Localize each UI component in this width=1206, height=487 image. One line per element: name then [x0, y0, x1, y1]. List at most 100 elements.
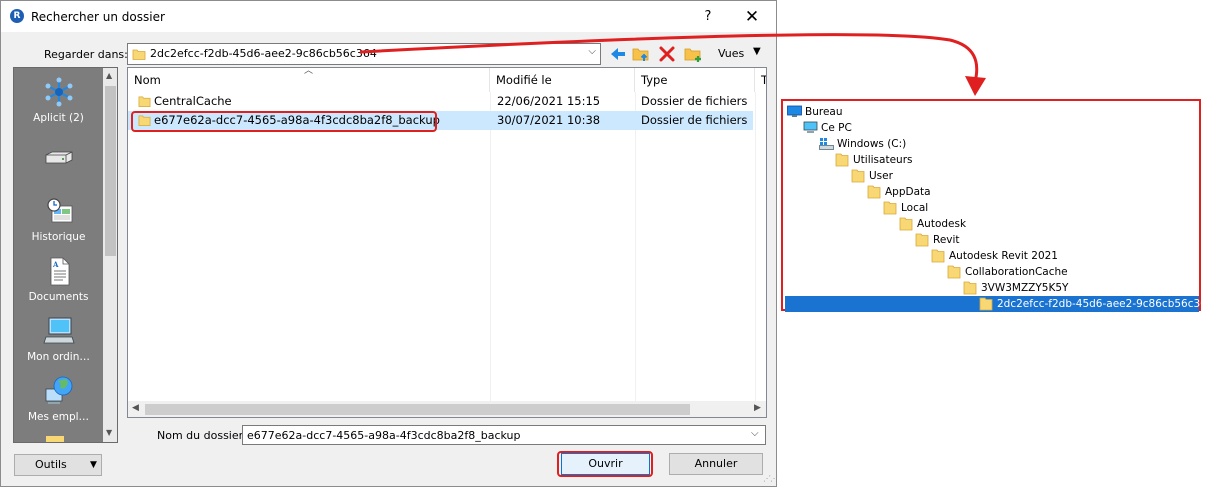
tools-button[interactable]: Outils ▼ [14, 454, 102, 476]
place-documents[interactable]: A Documents [14, 255, 103, 303]
documents-icon: A [50, 257, 69, 286]
folder-icon [963, 281, 977, 300]
column-name-label: Nom [134, 73, 161, 87]
row-type: Dossier de fichiers [641, 94, 748, 108]
tree-node-label: Revit [933, 234, 960, 246]
folder-icon [883, 201, 897, 220]
close-button[interactable]: ✕ [736, 5, 768, 29]
folder-icon [851, 169, 865, 188]
resize-grip-icon[interactable]: ⋰⋰ [763, 474, 778, 483]
globe-icon [45, 376, 72, 404]
place-label: Documents [28, 291, 89, 303]
annotation-highlight-open [557, 451, 653, 477]
horizontal-scrollbar[interactable]: ◀ ▶ [128, 401, 766, 417]
tree-node-label: CollaborationCache [965, 266, 1068, 278]
tree-node-label: Windows (C:) [837, 138, 907, 150]
place-label: Historique [31, 231, 86, 243]
scroll-right-icon[interactable]: ▶ [754, 403, 761, 413]
folder-icon [46, 436, 64, 442]
column-header-modified[interactable]: Modifié le [490, 68, 635, 92]
dropdown-arrow-icon: ▼ [90, 460, 97, 470]
look-in-value: 2dc2efcc-f2db-45d6-aee2-9c86cb56c364 [150, 47, 377, 60]
place-aplicit[interactable]: Aplicit (2) [14, 76, 103, 124]
network-icon [45, 77, 72, 107]
tree-node-label: 3VW3MZZY5K5Y [981, 282, 1069, 294]
folder-icon [979, 297, 993, 316]
look-in-combobox[interactable]: 2dc2efcc-f2db-45d6-aee2-9c86cb56c364 ⌵ [127, 43, 601, 65]
table-row[interactable]: CentralCache 22/06/2021 15:15 Dossier de… [128, 92, 753, 111]
folder-name-label: Nom du dossier: [157, 429, 247, 442]
desktop-icon [787, 105, 802, 123]
tree-node-label: Autodesk [917, 218, 967, 230]
tree-node-label: Utilisateurs [853, 154, 913, 166]
svg-text:A: A [52, 260, 59, 269]
scroll-down-icon[interactable]: ▼ [106, 428, 112, 437]
tree-node-label: User [869, 170, 893, 182]
place-history[interactable]: Historique [14, 195, 103, 243]
place-network-places[interactable]: Mes empl… [14, 375, 103, 423]
revit-app-icon: R [10, 9, 24, 23]
scroll-thumb[interactable] [105, 86, 116, 256]
places-bar: Aplicit (2) Historique A Documents Mon o… [13, 67, 118, 443]
annotation-highlight-row [131, 111, 437, 132]
sort-ascending-icon: ︿ [304, 67, 314, 76]
look-in-label: Regarder dans: [44, 48, 128, 61]
tree-node-label: Local [901, 202, 929, 214]
column-header-size[interactable]: T [755, 68, 766, 92]
place-label: Mes empl… [27, 411, 90, 423]
column-header-type[interactable]: Type [635, 68, 755, 92]
tree-node-label: Bureau [805, 106, 843, 118]
row-modified: 22/06/2021 15:15 [497, 94, 601, 108]
folder-icon [915, 233, 929, 252]
folder-icon [947, 265, 961, 284]
scroll-thumb[interactable] [145, 404, 690, 415]
row-type: Dossier de fichiers [641, 113, 748, 127]
scroll-left-icon[interactable]: ◀ [132, 403, 139, 413]
delete-icon[interactable] [657, 44, 677, 64]
computer-icon [42, 317, 75, 344]
views-button[interactable]: Vues ▼ [718, 46, 768, 62]
folder-name-input[interactable] [242, 425, 766, 445]
row-name: CentralCache [154, 94, 232, 108]
file-list: Nom ︿ Modifié le Type T CentralCache 22/… [127, 67, 767, 418]
help-button[interactable]: ? [693, 5, 723, 29]
place-label: Mon ordin… [27, 351, 90, 363]
folder-icon [138, 96, 151, 107]
folder-icon [899, 217, 913, 236]
column-separator [635, 92, 636, 402]
chevron-down-icon[interactable]: ⌵ [751, 428, 759, 439]
column-separator [755, 92, 756, 402]
chevron-down-icon[interactable]: ⌵ [588, 46, 596, 57]
drive-icon [45, 151, 72, 164]
tree-node-label: Autodesk Revit 2021 [949, 250, 1058, 262]
views-label: Vues [718, 47, 745, 60]
history-icon [46, 198, 72, 223]
scroll-up-icon[interactable]: ▲ [106, 71, 112, 80]
drive-icon [819, 137, 834, 155]
computer-icon [803, 121, 818, 139]
places-scrollbar[interactable]: ▲ ▼ [103, 68, 117, 442]
folder-icon [132, 49, 146, 60]
cancel-button[interactable]: Annuler [669, 453, 763, 475]
place-drive[interactable] [14, 146, 103, 170]
place-computer[interactable]: Mon ordin… [14, 315, 103, 363]
folder-tree-panel: Bureau Ce PC Windows (C:) Utilisateurs User A… [781, 99, 1206, 312]
tools-label: Outils [35, 458, 67, 471]
column-header-name[interactable]: Nom ︿ [128, 68, 490, 92]
dialog-title: Rechercher un dossier [31, 10, 165, 24]
tree-node-label: 2dc2efcc-f2db-45d6-aee2-9c86cb56c364 [997, 298, 1206, 310]
folder-icon [867, 185, 881, 204]
folder-icon [835, 153, 849, 172]
dropdown-arrow-icon: ▼ [753, 46, 761, 57]
back-arrow-icon[interactable] [608, 44, 628, 64]
title-bar: R Rechercher un dossier ? ✕ [1, 1, 776, 32]
browse-folder-dialog: R Rechercher un dossier ? ✕ Regarder dan… [0, 0, 778, 487]
row-modified: 30/07/2021 10:38 [497, 113, 601, 127]
folder-up-icon[interactable] [631, 44, 651, 64]
new-folder-icon[interactable] [683, 44, 703, 64]
folder-icon [931, 249, 945, 268]
tree-node-label: Ce PC [821, 122, 852, 134]
place-label: Aplicit (2) [33, 112, 84, 124]
column-separator [490, 92, 491, 402]
tree-node-label: AppData [885, 186, 931, 198]
